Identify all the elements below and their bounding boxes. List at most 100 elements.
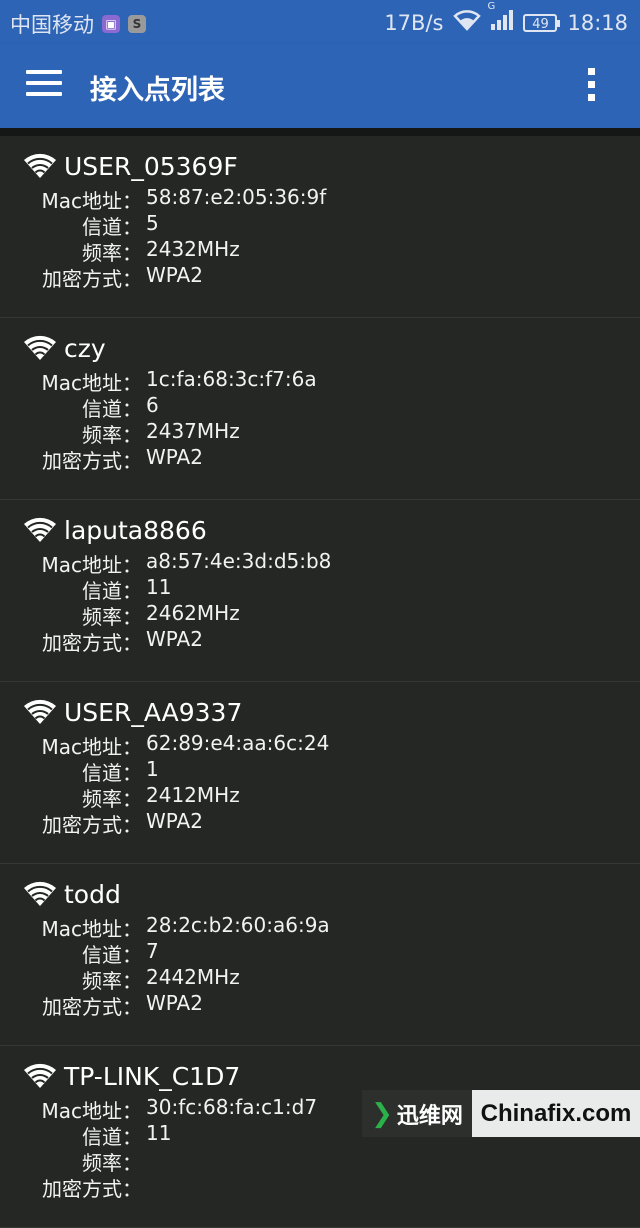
mac-value: 30:fc:68:fa:c1:d7 — [146, 1095, 318, 1119]
encryption-label: 加密方式： — [42, 995, 142, 1019]
channel-row: 信道： 11 — [0, 575, 172, 603]
encryption-row: 加密方式： WPA2 — [0, 809, 203, 837]
notification-s-icon: S — [128, 15, 146, 33]
ap-header: czy — [22, 330, 106, 366]
encryption-value: WPA2 — [146, 809, 203, 833]
ssid-label: USER_05369F — [64, 151, 238, 181]
app-bar: 接入点列表 — [0, 44, 640, 128]
encryption-label: 加密方式： — [42, 631, 142, 655]
hamburger-menu-icon[interactable] — [26, 70, 62, 100]
frequency-value: 2462MHz — [146, 601, 240, 625]
mac-row: Mac地址： 62:89:e4:aa:6c:24 — [0, 731, 329, 759]
mac-row: Mac地址： 28:2c:b2:60:a6:9a — [0, 913, 330, 941]
mac-label: Mac地址： — [41, 735, 142, 759]
access-point-list[interactable]: USER_05369F Mac地址： 58:87:e2:05:36:9f 信道： 5 频率… — [0, 136, 640, 1228]
watermark: ❯ 迅维网 Chinafix.com — [362, 1090, 640, 1137]
frequency-value: 2437MHz — [146, 419, 240, 443]
encryption-row: 加密方式： WPA2 — [0, 627, 203, 655]
channel-value: 1 — [146, 757, 159, 781]
encryption-value: WPA2 — [146, 445, 203, 469]
channel-row: 信道： 11 — [0, 1121, 172, 1149]
clock: 18:18 — [567, 10, 628, 35]
mac-value: a8:57:4e:3d:d5:b8 — [146, 549, 332, 573]
ssid-label: USER_AA9337 — [64, 697, 243, 727]
wifi-icon — [24, 335, 56, 360]
mac-row: Mac地址： 58:87:e2:05:36:9f — [0, 185, 327, 213]
frequency-row: 频率： — [0, 1147, 146, 1175]
wifi-icon — [24, 517, 56, 542]
frequency-row: 频率： 2432MHz — [0, 237, 240, 265]
watermark-site: Chinafix.com — [472, 1090, 640, 1137]
ssid-label: todd — [64, 879, 121, 909]
channel-label: 信道： — [82, 1125, 142, 1149]
encryption-row: 加密方式： WPA2 — [0, 991, 203, 1019]
mac-label: Mac地址： — [41, 553, 142, 577]
arrow-icon: ❯ — [371, 1098, 393, 1129]
list-item[interactable]: laputa8866 Mac地址： a8:57:4e:3d:d5:b8 信道： 11 频率… — [0, 500, 640, 682]
channel-row: 信道： 7 — [0, 939, 159, 967]
encryption-row: 加密方式： WPA2 — [0, 263, 203, 291]
overflow-menu-icon[interactable] — [584, 68, 598, 108]
ap-header: USER_AA9337 — [22, 694, 242, 730]
ssid-label: TP-LINK_C1D7 — [64, 1061, 241, 1091]
mac-row: Mac地址： a8:57:4e:3d:d5:b8 — [0, 549, 332, 577]
channel-label: 信道： — [82, 215, 142, 239]
mac-value: 58:87:e2:05:36:9f — [146, 185, 327, 209]
frequency-label: 频率： — [82, 969, 142, 993]
frequency-label: 频率： — [82, 787, 142, 811]
list-item[interactable]: czy Mac地址： 1c:fa:68:3c:f7:6a 信道： 6 频率： 2437MHz… — [0, 318, 640, 500]
mac-value: 1c:fa:68:3c:f7:6a — [146, 367, 317, 391]
encryption-label: 加密方式： — [42, 267, 142, 291]
list-item[interactable]: TP-LINK_C1D7 Mac地址： 30:fc:68:fa:c1:d7 信道： 11… — [0, 1046, 640, 1228]
page-title: 接入点列表 — [90, 75, 225, 106]
wifi-icon — [24, 699, 56, 724]
channel-row: 信道： 1 — [0, 757, 159, 785]
wifi-icon — [24, 153, 56, 178]
frequency-row: 频率： 2442MHz — [0, 965, 240, 993]
ssid-label: czy — [64, 333, 106, 363]
frequency-value: 2432MHz — [146, 237, 240, 261]
channel-label: 信道： — [82, 579, 142, 603]
mac-value: 28:2c:b2:60:a6:9a — [146, 913, 330, 937]
frequency-label: 频率： — [82, 605, 142, 629]
app-bar-shadow — [0, 128, 640, 136]
channel-value: 11 — [146, 1121, 172, 1145]
notification-app-icon: ▣ — [102, 15, 120, 33]
list-item[interactable]: USER_AA9337 Mac地址： 62:89:e4:aa:6c:24 信道： 1 频率… — [0, 682, 640, 864]
encryption-row: 加密方式： — [0, 1173, 146, 1201]
ap-header: TP-LINK_C1D7 — [22, 1058, 240, 1094]
watermark-cn-text: 迅维网 — [396, 1103, 463, 1129]
frequency-value: 2442MHz — [146, 965, 240, 989]
encryption-label: 加密方式： — [42, 1177, 142, 1201]
channel-label: 信道： — [82, 761, 142, 785]
channel-value: 6 — [146, 393, 159, 417]
channel-value: 5 — [146, 211, 159, 235]
ap-header: todd — [22, 876, 121, 912]
cell-signal-icon: G — [487, 1, 515, 36]
frequency-label: 频率： — [82, 423, 142, 447]
channel-label: 信道： — [82, 943, 142, 967]
carrier-name: 中国移动 — [10, 13, 94, 37]
frequency-label: 频率： — [82, 1151, 142, 1175]
encryption-value: WPA2 — [146, 627, 203, 651]
frequency-value: 2412MHz — [146, 783, 240, 807]
wifi-icon — [24, 881, 56, 906]
channel-label: 信道： — [82, 397, 142, 421]
mac-row: Mac地址： 1c:fa:68:3c:f7:6a — [0, 367, 317, 395]
ap-header: laputa8866 — [22, 512, 207, 548]
channel-value: 7 — [146, 939, 159, 963]
network-speed: 17B/s — [384, 10, 444, 35]
list-item[interactable]: todd Mac地址： 28:2c:b2:60:a6:9a 信道： 7 频率： 2442MH… — [0, 864, 640, 1046]
frequency-row: 频率： 2437MHz — [0, 419, 240, 447]
wifi-status-icon — [453, 9, 482, 36]
encryption-row: 加密方式： WPA2 — [0, 445, 203, 473]
list-item[interactable]: USER_05369F Mac地址： 58:87:e2:05:36:9f 信道： 5 频率… — [0, 136, 640, 318]
watermark-logo: ❯ 迅维网 — [362, 1090, 472, 1137]
channel-value: 11 — [146, 575, 172, 599]
frequency-label: 频率： — [82, 241, 142, 265]
network-type: G — [487, 1, 496, 12]
channel-row: 信道： 6 — [0, 393, 159, 421]
encryption-value: WPA2 — [146, 263, 203, 287]
battery-indicator: 49 — [523, 13, 561, 32]
mac-label: Mac地址： — [41, 1099, 142, 1123]
